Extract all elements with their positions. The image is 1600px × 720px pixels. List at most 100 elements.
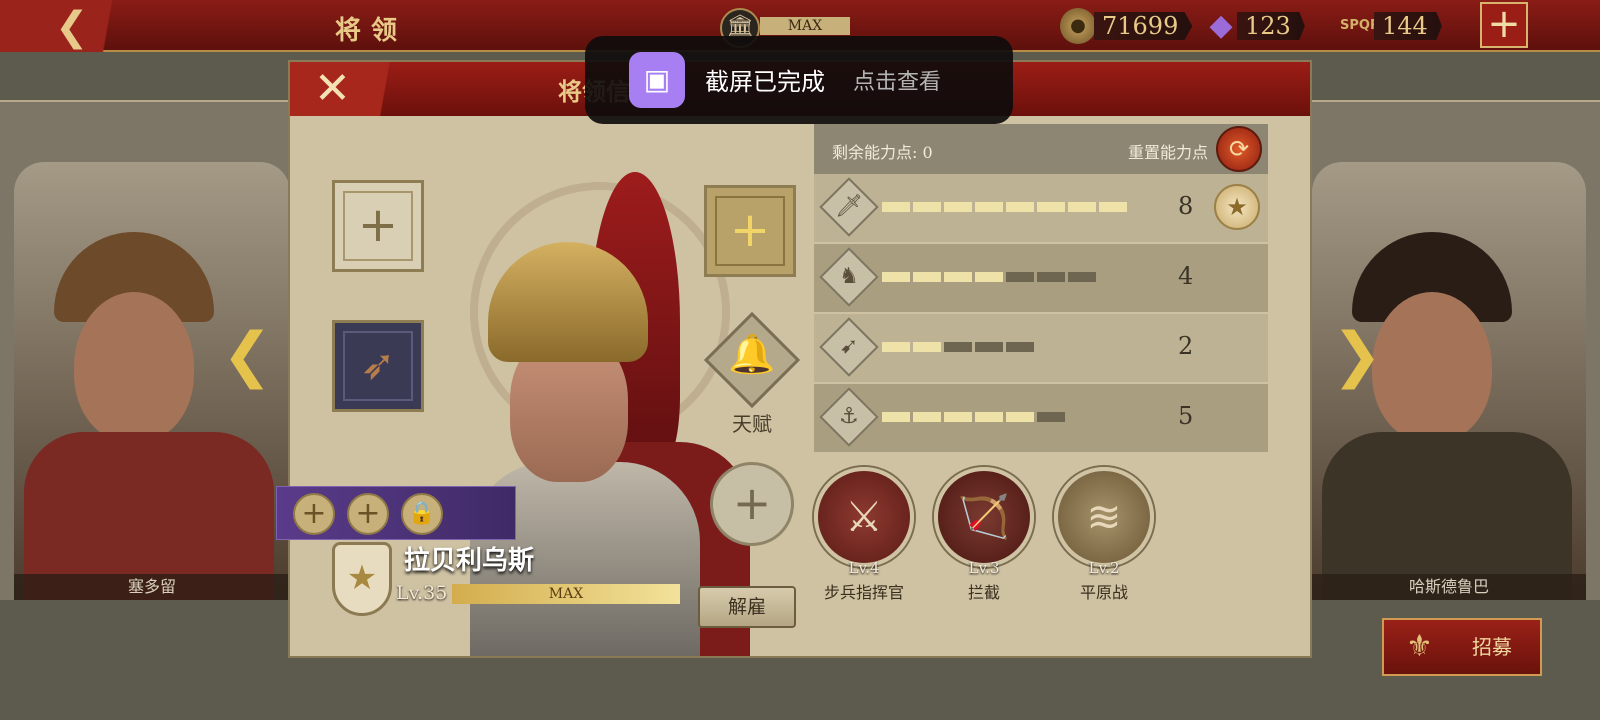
stat-segment-filled [882,342,910,352]
toast-view-link[interactable]: 点击查看 [853,64,941,96]
skill-name: 步兵指挥官 [823,583,904,602]
gem-slot-strip: + + 🔒 [276,486,516,540]
stat-row-cavalry[interactable]: ♞ 4 [814,244,1268,312]
screenshot-image-icon: ▣ [629,52,685,108]
close-icon: ✕ [314,63,351,114]
plus-icon: + [732,476,772,530]
stat-row-archery[interactable]: ➹ 2 [814,314,1268,382]
gem-value: 123 [1237,12,1305,40]
gem-icon: ◆ [1209,8,1233,43]
equipment-slot-helmet[interactable]: + [332,180,424,272]
stat-segment-filled [975,412,1003,422]
stat-segment-empty [1037,412,1065,422]
stat-segment-empty [1006,272,1034,282]
stat-value: 4 [1178,262,1194,290]
stat-segment-filled [1006,412,1034,422]
hero-name: 拉贝利乌斯 [404,546,535,576]
refresh-icon: ⟳ [1228,135,1250,163]
reset-points-label: 重置能力点 [1128,143,1209,162]
left-general-name: 塞多留 [14,574,290,600]
spqr-counter[interactable]: SPQR 144 [1340,8,1464,44]
anchor-icon: ⚓ [819,387,879,447]
skill-level: Lv.3 [968,559,1000,577]
back-button[interactable]: ❮ [0,0,150,52]
recruit-label: 招募 [1472,635,1512,659]
helmet-plus-icon: ⚜ [1406,629,1433,664]
skill-intercept[interactable]: 🏹 Lv.3 拦截 [934,467,1034,607]
stat-row-naval[interactable]: ⚓ 5 [814,384,1268,452]
skill-plains-battle[interactable]: ≋ Lv.2 平原战 [1054,467,1154,607]
reset-points-button[interactable]: ⟳ [1216,126,1262,172]
stat-value: 2 [1178,332,1194,360]
talent-label: 天赋 [732,412,772,436]
skill-level: Lv.4 [848,559,880,577]
gem-slot-1[interactable]: + [293,493,335,535]
skill-name: 拦截 [967,583,1000,602]
add-resource-button[interactable]: + [1480,2,1528,48]
stat-segment-filled [913,202,941,212]
plus-icon: + [715,196,785,266]
stat-segment-filled [1006,202,1034,212]
page-title: 将领 [335,16,408,46]
max-label: MAX [760,17,850,35]
dismiss-button[interactable]: 解雇 [698,586,796,628]
stat-segment-filled [913,272,941,282]
stat-segment-empty [1006,342,1034,352]
general-info-panel: ✕ 将领信 + + ➶ 🔔 天赋 + + + 🔒 ★ 拉贝利乌斯 Lv.35 M… [276,60,1312,658]
previous-general-arrow-icon[interactable]: ❮ [222,320,272,390]
spqr-value: 144 [1374,12,1442,40]
stat-segment-filled [1037,202,1065,212]
face [74,292,194,442]
stat-segment-filled [882,272,910,282]
stat-segment-empty [1037,272,1065,282]
sword-icon: 🗡 [819,177,879,237]
spqr-eagle-icon: SPQR [1340,18,1380,33]
stat-segment-filled [975,272,1003,282]
archer-icon: 🏹 [934,467,1034,567]
stat-segment-empty [1068,272,1096,282]
toast-message: 截屏已完成 [705,68,825,96]
gem-slot-2[interactable]: + [347,493,389,535]
close-button[interactable]: ✕ [290,62,418,116]
hero-level: Lv.35 [396,582,448,604]
plains-icon: ≋ [1054,467,1154,567]
rank-star-badge-icon: ★ [332,542,392,616]
screenshot-toast[interactable]: ▣ 截屏已完成 点击查看 [585,36,1013,124]
recruit-button[interactable]: ⚜ 招募 [1382,618,1542,676]
bow-icon: ➹ [819,317,879,377]
next-general-arrow-icon[interactable]: ❯ [1332,320,1382,390]
remaining-points-label: 剩余能力点: 0 [832,143,933,162]
locked-gem-slot-lock-icon[interactable]: 🔒 [401,493,443,535]
stat-segment-filled [944,202,972,212]
talent-button[interactable]: 🔔 [703,311,801,409]
equipment-slot-round[interactable]: + [710,462,794,546]
stat-segment-filled [975,202,1003,212]
stat-segment-filled [944,272,972,282]
stat-segment-filled [1099,202,1127,212]
right-general-name: 哈斯德鲁巴 [1312,574,1586,600]
ability-points-bar: 剩余能力点: 0 重置能力点 ⟳ [814,124,1268,174]
equipment-slot-relic[interactable]: + [704,185,796,277]
coin-icon: ● [1060,8,1096,44]
equipment-slot-weapon[interactable]: ➶ [332,320,424,412]
stat-segment-filled [882,412,910,422]
stat-row-infantry[interactable]: 🗡 8 ★ [814,174,1268,242]
plus-icon: + [343,191,413,261]
gem-counter[interactable]: ◆ 123 [1203,8,1325,44]
exp-bar: MAX [452,584,680,604]
stat-segment-filled [882,202,910,212]
stat-segment-filled [913,412,941,422]
skill-infantry-commander[interactable]: ⚔ Lv.4 步兵指挥官 [814,467,914,607]
gold-counter[interactable]: ● 71699 [1060,8,1193,44]
stat-value: 5 [1178,402,1194,430]
crossed-swords-icon: ⚔ [814,467,914,567]
gold-value: 71699 [1094,12,1193,40]
skill-level: Lv.2 [1088,559,1120,577]
skill-name: 平原战 [1079,583,1128,602]
stat-value: 8 [1178,192,1194,220]
bell-icon: 🔔 [728,332,776,376]
stat-segment-empty [975,342,1003,352]
max-level-medal-icon: ★ [1214,184,1260,230]
stat-segment-filled [1068,202,1096,212]
face [1372,292,1492,442]
